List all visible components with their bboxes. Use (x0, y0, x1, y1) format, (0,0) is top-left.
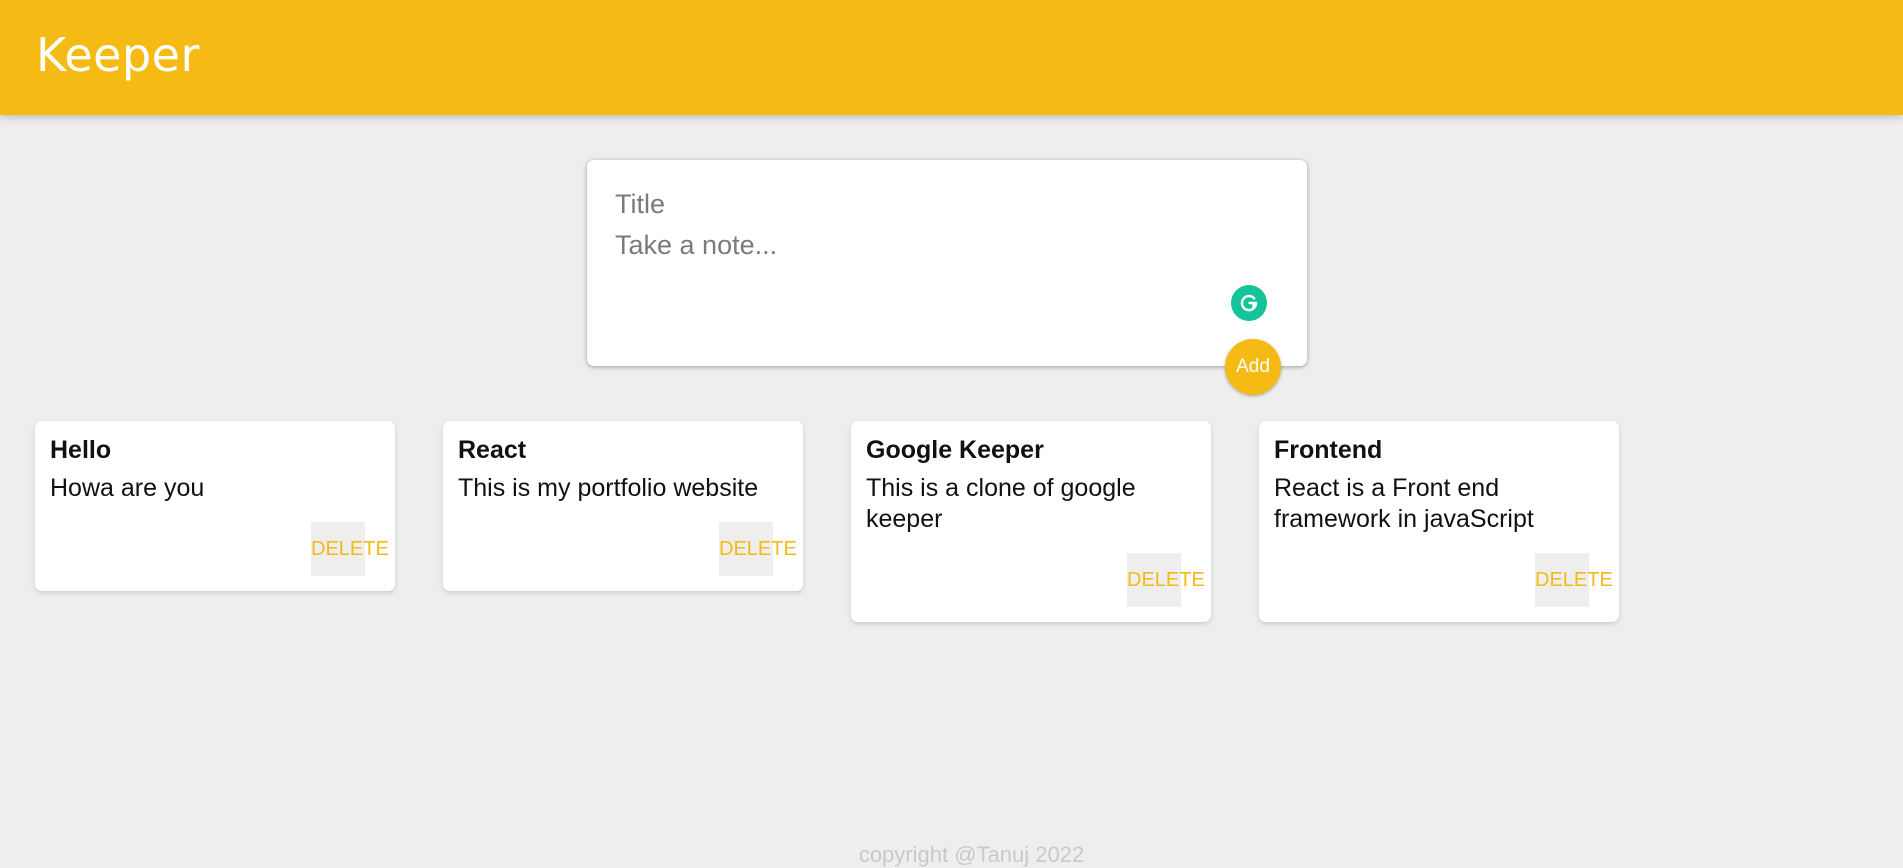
note-card: Frontend React is a Front end framework … (1259, 421, 1619, 622)
delete-note-button[interactable]: DELETE (719, 522, 797, 576)
note-content: This is a clone of google keeper (866, 474, 1143, 533)
note-title: Google Keeper (866, 436, 1044, 464)
app-title: Keeper (36, 27, 200, 82)
grammarly-g-glyph (1240, 294, 1258, 312)
app-header: Keeper (0, 0, 1903, 115)
note-content: React is a Front end framework in javaSc… (1274, 474, 1534, 533)
create-note-form: Add (587, 160, 1307, 395)
note-card: Hello Howa are you DELETE (35, 421, 395, 591)
note-title: Hello (50, 436, 112, 464)
note-content: Howa are you (50, 474, 205, 502)
note-card: Google Keeper This is a clone of google … (851, 421, 1211, 622)
note-card: React This is my portfolio website DELET… (443, 421, 803, 591)
note-title: Frontend (1274, 436, 1383, 464)
grammarly-icon[interactable] (1231, 285, 1267, 321)
delete-note-button[interactable]: DELETE (1535, 553, 1613, 607)
add-note-button[interactable]: Add (1225, 339, 1281, 395)
note-content: This is my portfolio website (458, 474, 759, 502)
note-title: React (458, 436, 527, 464)
delete-note-button[interactable]: DELETE (311, 522, 389, 576)
delete-note-button[interactable]: DELETE (1127, 553, 1205, 607)
note-content-input[interactable] (615, 230, 1255, 340)
note-title-input[interactable] (615, 186, 1255, 222)
footer-copyright: copyright @Tanuj 2022 (858, 842, 1085, 867)
page: Keeper Add Hello Howa are you DELETE Rea… (0, 0, 1903, 868)
